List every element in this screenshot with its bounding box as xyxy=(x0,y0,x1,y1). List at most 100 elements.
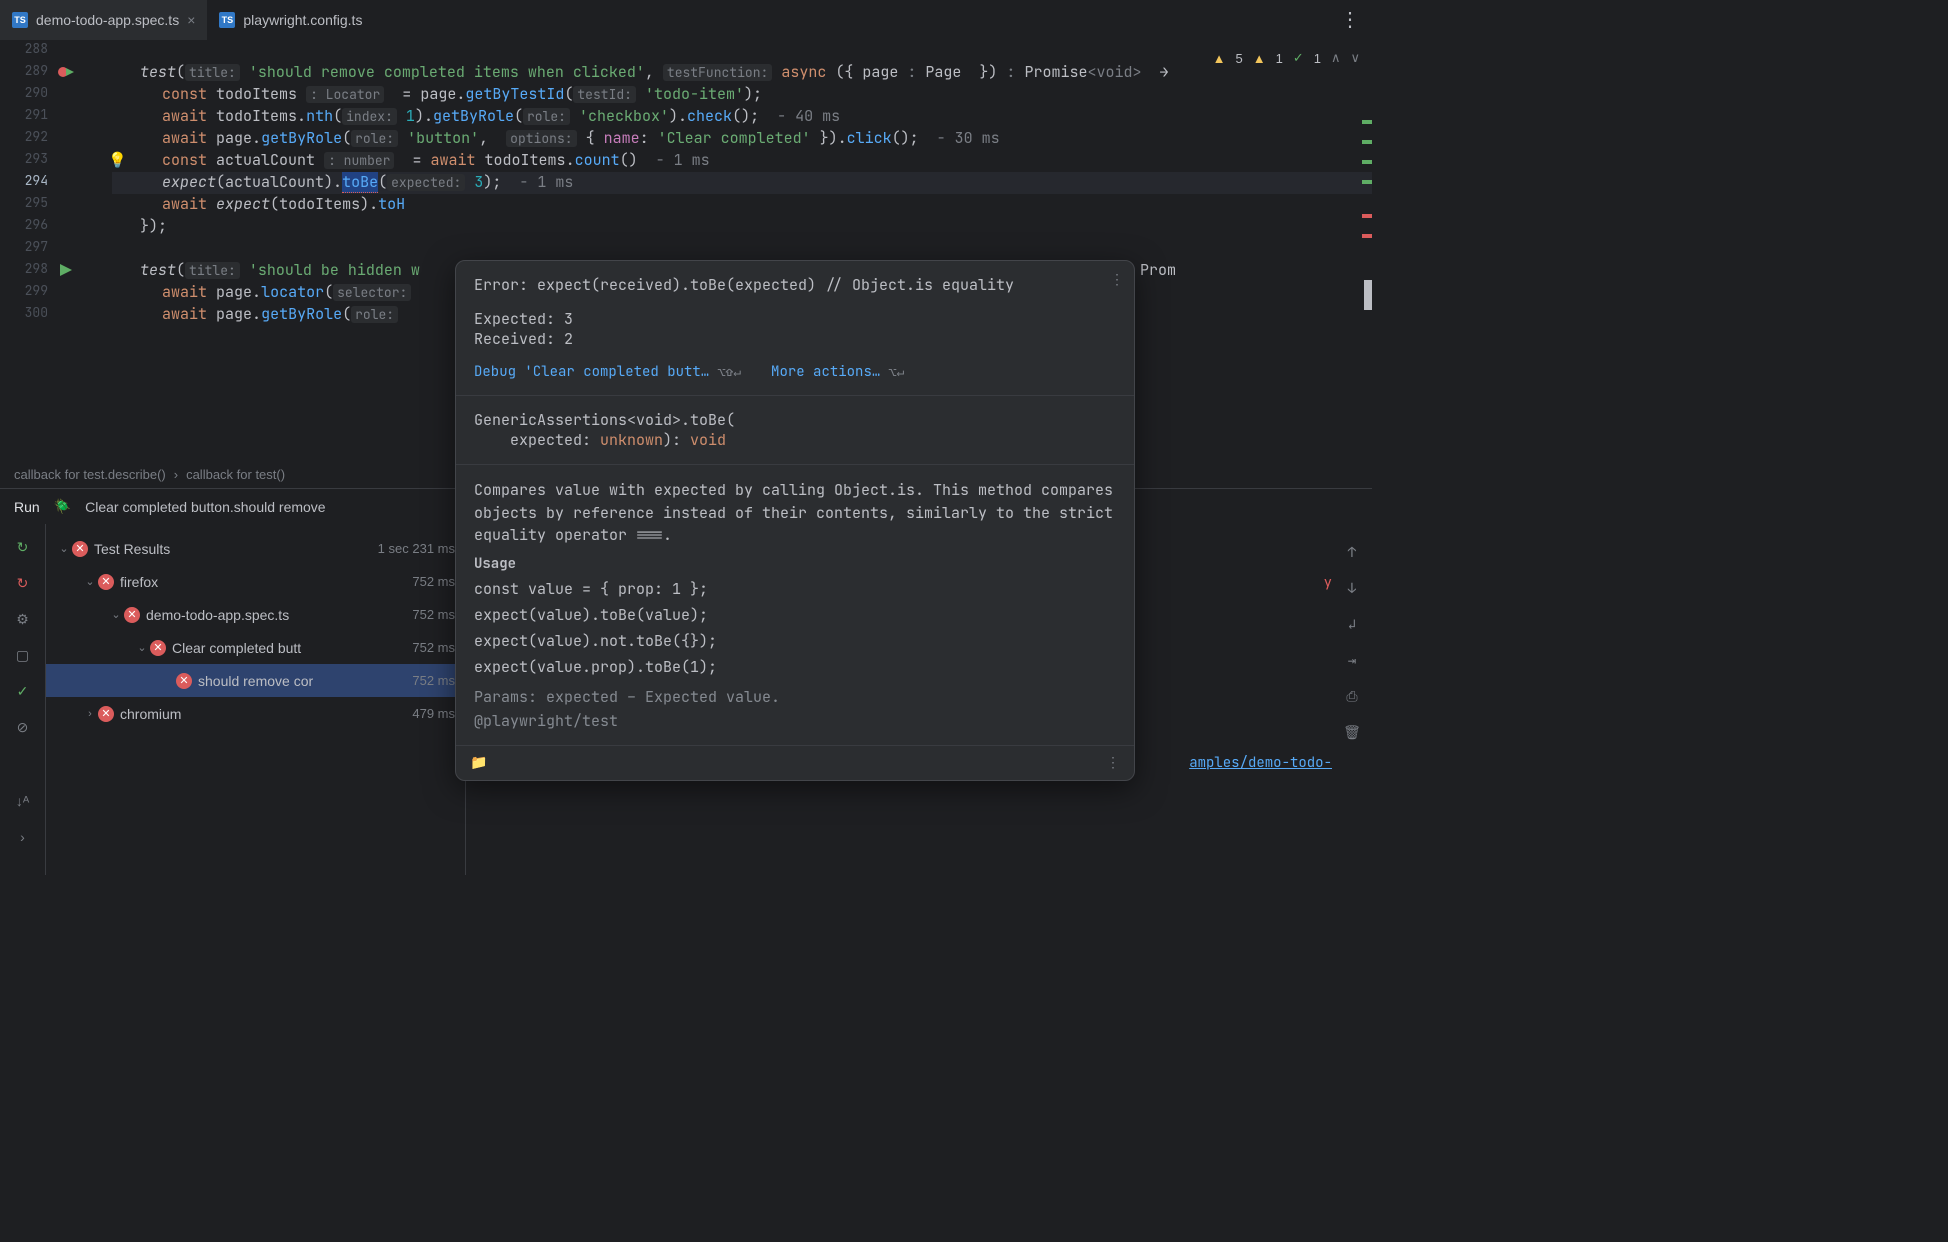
test-tree[interactable]: ⌄ ✕ Test Results 1 sec 231 ms ⌄ ✕ firefo… xyxy=(46,524,466,875)
more-actions-link[interactable]: More actions… xyxy=(771,363,880,381)
tree-time: 752 ms xyxy=(412,640,455,655)
line-number: 298 xyxy=(12,260,48,277)
sort-icon[interactable]: ↓ᴬ xyxy=(14,792,32,810)
scroll-to-end-icon[interactable]: ⇥ xyxy=(1342,652,1362,670)
fail-icon: ✕ xyxy=(72,541,88,557)
line-number: 296 xyxy=(12,216,48,233)
tree-suite[interactable]: ⌄ ✕ Clear completed butt 752 ms xyxy=(46,631,465,664)
error-stripe[interactable] xyxy=(1358,80,1372,460)
gutter[interactable]: 288 289 290 291 292 293 294 295 296 297 … xyxy=(0,40,112,460)
marker-ok[interactable] xyxy=(1362,160,1372,164)
line-number: 300 xyxy=(12,304,48,321)
popup-menu-icon[interactable]: ⋮ xyxy=(1110,271,1124,289)
tab-inactive[interactable]: TS playwright.config.ts xyxy=(207,0,374,40)
tree-file[interactable]: ⌄ ✕ demo-todo-app.spec.ts 752 ms xyxy=(46,598,465,631)
code-line[interactable]: await expect(todoItems).toH xyxy=(162,194,405,214)
rerun-failed-icon[interactable]: ↻ xyxy=(14,574,32,592)
code-line[interactable]: test(title: 'should remove completed ite… xyxy=(140,62,1168,82)
tree-label: demo-todo-app.spec.ts xyxy=(146,607,406,623)
show-passed-icon[interactable]: ✓ xyxy=(14,682,32,700)
fail-icon: ✕ xyxy=(124,607,140,623)
folder-icon[interactable]: 📁 xyxy=(470,754,487,772)
code-line[interactable]: await page.getByRole(role: 'button', opt… xyxy=(162,128,1000,148)
close-icon[interactable]: × xyxy=(187,12,195,28)
params-text: Params: expected – Expected value. xyxy=(474,687,1116,707)
shortcut: ⌥⇧↵ xyxy=(718,363,741,380)
tab-active[interactable]: TS demo-todo-app.spec.ts × xyxy=(0,0,207,40)
chevron-down-icon[interactable]: ⌄ xyxy=(82,575,98,588)
ts-file-icon: TS xyxy=(12,12,28,28)
tree-browser[interactable]: › ✕ chromium 479 ms xyxy=(46,697,465,730)
tree-label: chromium xyxy=(120,706,406,722)
code-line[interactable]: await page.getByRole(role: xyxy=(162,304,398,324)
code-line[interactable]: }); xyxy=(140,216,167,236)
example-line: expect(value.prop).toBe(1); xyxy=(474,657,1116,677)
tree-time: 752 ms xyxy=(412,673,455,688)
example-line: expect(value).toBe(value); xyxy=(474,605,1116,625)
marker-viewport[interactable] xyxy=(1364,280,1372,310)
tree-test-selected[interactable]: ✕ should remove cor 752 ms xyxy=(46,664,465,697)
marker-ok[interactable] xyxy=(1362,140,1372,144)
tree-browser[interactable]: ⌄ ✕ firefox 752 ms xyxy=(46,565,465,598)
debug-link[interactable]: Debug 'Clear completed butt… xyxy=(474,363,709,381)
run-test-fail-icon[interactable] xyxy=(58,64,74,80)
up-icon[interactable]: ↑ xyxy=(1342,544,1362,562)
tree-time: 479 ms xyxy=(412,706,455,721)
line-number: 299 xyxy=(12,282,48,299)
chevron-down-icon[interactable]: ⌄ xyxy=(108,608,124,621)
marker-ok[interactable] xyxy=(1362,180,1372,184)
error-tooltip-popup: ⋮ Error: expect(received).toBe(expected)… xyxy=(455,260,1135,781)
chevron-down-icon[interactable]: ⌄ xyxy=(56,542,72,555)
expand-icon[interactable]: › xyxy=(14,828,32,846)
code-line[interactable]: const actualCount : number = await todoI… xyxy=(162,150,710,170)
tree-time: 752 ms xyxy=(412,574,455,589)
tree-label: should remove cor xyxy=(198,673,406,689)
marker-ok[interactable] xyxy=(1362,120,1372,124)
chevron-down-icon[interactable]: ⌄ xyxy=(134,641,150,654)
line-number: 291 xyxy=(12,106,48,123)
output-error-text: y xyxy=(1324,574,1332,592)
code-line[interactable]: const todoItems : Locator = page.getByTe… xyxy=(162,84,762,104)
marker-error[interactable] xyxy=(1362,234,1372,238)
popup-menu-icon[interactable]: ⋮ xyxy=(1106,754,1120,772)
run-test-icon[interactable] xyxy=(58,262,74,278)
code-line[interactable]: await todoItems.nth(index: 1).getByRole(… xyxy=(162,106,840,126)
breadcrumb-item[interactable]: callback for test.describe() xyxy=(14,467,166,482)
line-number: 294 xyxy=(12,172,48,189)
bug-icon[interactable]: 🪲 xyxy=(54,498,71,515)
tree-time: 752 ms xyxy=(412,607,455,622)
error-message: Error: expect(received).toBe(expected) /… xyxy=(474,275,1116,295)
signature-line: GenericAssertions<void>.toBe( xyxy=(474,410,735,430)
tab-bar: TS demo-todo-app.spec.ts × TS playwright… xyxy=(0,0,1372,40)
ts-file-icon: TS xyxy=(219,12,235,28)
breadcrumb-item[interactable]: callback for test() xyxy=(186,467,285,482)
popup-doc: Compares value with expected by calling … xyxy=(456,464,1134,745)
run-context: Clear completed button.should remove xyxy=(85,499,325,515)
output-link[interactable]: amples/demo-todo- xyxy=(1189,754,1332,772)
line-number: 289 xyxy=(12,62,48,79)
code-line[interactable]: expect(actualCount).toBe(expected: 3); -… xyxy=(162,172,573,192)
tree-root[interactable]: ⌄ ✕ Test Results 1 sec 231 ms xyxy=(46,532,465,565)
run-title: Run xyxy=(14,499,40,515)
settings-icon[interactable]: ⚙ xyxy=(14,610,32,628)
show-ignored-icon[interactable]: ⊘ xyxy=(14,718,32,736)
shortcut: ⌥↵ xyxy=(889,363,905,380)
down-icon[interactable]: ↓ xyxy=(1342,580,1362,598)
code-line[interactable]: await page.locator(selector: xyxy=(162,282,411,302)
popup-footer: 📁 ⋮ xyxy=(456,745,1134,780)
source-text: @playwright/test xyxy=(474,711,1116,731)
tab-label: playwright.config.ts xyxy=(243,12,362,28)
usage-heading: Usage xyxy=(474,555,1116,573)
rerun-icon[interactable]: ↻ xyxy=(14,538,32,556)
marker-error[interactable] xyxy=(1362,214,1372,218)
soft-wrap-icon[interactable]: ↲ xyxy=(1342,616,1362,634)
chevron-right-icon[interactable]: › xyxy=(82,708,98,720)
line-number: 293 xyxy=(12,150,48,167)
tree-label: firefox xyxy=(120,574,406,590)
print-icon[interactable]: ⎙ xyxy=(1342,688,1362,706)
stop-icon[interactable]: ▢ xyxy=(14,646,32,664)
fail-icon: ✕ xyxy=(176,673,192,689)
trash-icon[interactable]: 🗑 xyxy=(1342,724,1362,742)
tab-menu-icon[interactable]: ⋮ xyxy=(1328,7,1372,32)
example-line: expect(value).not.toBe({}); xyxy=(474,631,1116,651)
